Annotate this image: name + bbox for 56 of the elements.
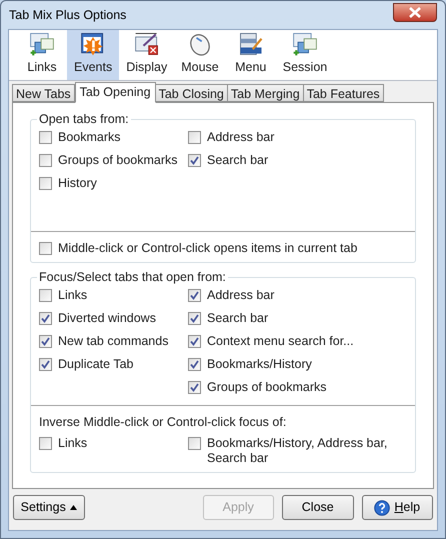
toolbar-button[interactable]: Session [276, 30, 334, 80]
checkbox-label: Groups of bookmarks [58, 153, 178, 168]
toolbar-button[interactable]: Events [67, 30, 120, 80]
help-icon [374, 500, 390, 516]
checkbox[interactable] [188, 437, 201, 450]
checkbox-label: Address bar [207, 130, 274, 145]
group-legend: Focus/Select tabs that open from: [37, 270, 228, 285]
checkbox-label: Middle-click or Control-click opens items in current tab [58, 241, 358, 256]
checkbox-label: Groups of bookmarks [207, 380, 326, 395]
toolbar-button[interactable]: Menu [226, 30, 276, 80]
tab[interactable]: Tab Closing [154, 84, 228, 102]
checkbox-label: Links [58, 436, 88, 451]
checkbox-label: Bookmarks/History [207, 357, 312, 372]
checkbox[interactable] [188, 289, 201, 302]
up-arrow-icon [70, 505, 77, 510]
checkbox[interactable] [188, 154, 201, 167]
checkbox[interactable] [39, 289, 52, 302]
checkbox[interactable] [39, 312, 52, 325]
checkbox[interactable] [188, 358, 201, 371]
checkbox-label: Address bar [207, 288, 274, 303]
window-title: Tab Mix Plus Options [9, 6, 126, 24]
group-legend: Open tabs from: [37, 112, 131, 127]
checkbox[interactable] [39, 358, 52, 371]
checkbox-label: New tab commands [58, 334, 168, 349]
checkbox-label: Links [58, 288, 88, 303]
checkbox-label: Duplicate Tab [58, 357, 134, 372]
checkbox[interactable] [188, 381, 201, 394]
checkbox[interactable] [188, 312, 201, 325]
checkbox[interactable] [188, 131, 201, 144]
tab[interactable]: Tab Opening [74, 82, 156, 103]
toolbar-button[interactable]: Mouse [174, 30, 226, 80]
tab[interactable]: Tab Features [302, 84, 384, 102]
checkbox-label: Search bar [207, 311, 268, 326]
tab[interactable]: New Tabs [12, 84, 75, 102]
checkbox[interactable] [39, 335, 52, 348]
checkbox[interactable] [39, 437, 52, 450]
close-button[interactable] [393, 2, 437, 22]
checkbox-label: Search bar [207, 153, 268, 168]
checkbox-label: Context menu search for... [207, 334, 354, 349]
toolbar-button[interactable]: Links [17, 30, 67, 80]
tab[interactable]: Tab Merging [226, 84, 304, 102]
checkbox[interactable] [39, 154, 52, 167]
checkbox[interactable] [39, 242, 52, 255]
section-heading: Inverse Middle-click or Control-click focus of: [39, 415, 288, 430]
dialog-button[interactable]: Help [362, 495, 433, 520]
dialog-button[interactable]: Close [282, 495, 354, 520]
toolbar-button[interactable]: Display [119, 30, 174, 80]
checkbox[interactable] [188, 335, 201, 348]
checkbox[interactable] [39, 131, 52, 144]
checkbox-label: Bookmarks [58, 130, 121, 145]
close-icon [409, 6, 421, 18]
checkbox-label: Bookmarks/History, Address bar, Search bar [207, 436, 388, 466]
dialog-button[interactable]: Settings [13, 495, 84, 520]
checkbox-label: Diverted windows [58, 311, 156, 326]
checkbox[interactable] [39, 177, 52, 190]
checkbox-label: History [58, 176, 97, 191]
